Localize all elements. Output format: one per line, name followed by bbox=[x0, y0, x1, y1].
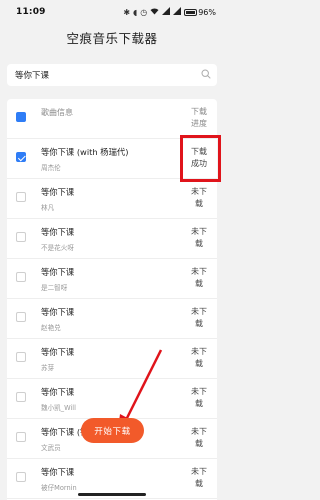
song-title: 等你下课 bbox=[41, 187, 75, 197]
header-song-info: 歌曲信息 bbox=[41, 108, 73, 117]
list-item[interactable]: 等你下课 赵艳兑 未下载 bbox=[7, 299, 217, 339]
home-indicator bbox=[78, 493, 146, 496]
mute-icon: ◖ bbox=[133, 7, 138, 17]
alarm-icon: ◷ bbox=[140, 7, 148, 17]
status-icons: ✱ ◖ ◷ 96% bbox=[123, 7, 216, 17]
battery-icon bbox=[184, 8, 198, 16]
download-status: 未下载 bbox=[191, 227, 207, 248]
list-item[interactable]: 等你下课 不是花火呀 未下载 bbox=[7, 219, 217, 259]
song-artist: 周杰伦 bbox=[41, 164, 61, 172]
wifi-icon bbox=[150, 7, 159, 17]
row-checkbox[interactable] bbox=[16, 432, 26, 442]
signal-icon bbox=[162, 7, 171, 17]
download-status: 未下载 bbox=[191, 307, 207, 328]
download-status: 未下载 bbox=[191, 187, 207, 208]
song-artist: 是二智呀 bbox=[41, 284, 68, 292]
list-item[interactable]: 等你下课 苏芽 未下载 bbox=[7, 339, 217, 379]
annotation-highlight-box bbox=[180, 135, 221, 182]
download-status: 未下载 bbox=[191, 427, 207, 448]
battery-percent: 96% bbox=[198, 7, 216, 17]
row-checkbox[interactable] bbox=[16, 312, 26, 322]
search-input[interactable] bbox=[15, 70, 201, 80]
select-all-checkbox[interactable] bbox=[16, 112, 26, 122]
song-title: 等你下课 bbox=[41, 267, 75, 277]
song-artist: 被仔Mornin bbox=[41, 484, 77, 492]
song-title: 等你下课 bbox=[41, 387, 75, 397]
song-artist: 赵艳兑 bbox=[41, 324, 61, 332]
header-download-progress: 下载进度 bbox=[191, 107, 207, 128]
download-status: 未下载 bbox=[191, 267, 207, 288]
list-item[interactable]: 等你下课 是二智呀 未下载 bbox=[7, 259, 217, 299]
song-title: 等你下课 (with 杨瑞代) bbox=[41, 147, 129, 157]
search-bar[interactable] bbox=[7, 64, 217, 86]
song-title: 等你下课 bbox=[41, 227, 75, 237]
row-checkbox[interactable] bbox=[16, 272, 26, 282]
row-checkbox[interactable] bbox=[16, 152, 26, 162]
row-checkbox[interactable] bbox=[16, 392, 26, 402]
bluetooth-icon: ✱ bbox=[123, 7, 131, 17]
list-item[interactable]: 等你下课 魏小凯_Will 未下载 bbox=[7, 379, 217, 419]
song-artist: 苏芽 bbox=[41, 364, 55, 372]
list-item[interactable]: 等你下课 林凡 未下载 bbox=[7, 179, 217, 219]
start-download-button[interactable]: 开始下载 bbox=[81, 418, 144, 443]
list-header: 歌曲信息 下载进度 bbox=[7, 99, 217, 139]
status-time: 11:09 bbox=[16, 7, 46, 17]
row-checkbox[interactable] bbox=[16, 352, 26, 362]
page-title: 空痕音乐下载器 bbox=[66, 31, 158, 46]
song-artist: 文武员 bbox=[41, 444, 61, 452]
song-title: 等你下课 bbox=[41, 307, 75, 317]
song-artist: 魏小凯_Will bbox=[41, 404, 76, 412]
download-status: 未下载 bbox=[191, 387, 207, 408]
download-status: 未下载 bbox=[191, 347, 207, 368]
search-icon[interactable] bbox=[201, 68, 211, 82]
song-title: 等你下课 bbox=[41, 347, 75, 357]
download-status: 未下载 bbox=[191, 467, 207, 488]
song-title: 等你下课 bbox=[41, 467, 75, 477]
row-checkbox[interactable] bbox=[16, 192, 26, 202]
row-checkbox[interactable] bbox=[16, 232, 26, 242]
status-bar: 11:09 ✱ ◖ ◷ 96% bbox=[0, 0, 224, 24]
song-artist: 不是花火呀 bbox=[41, 244, 74, 252]
row-checkbox[interactable] bbox=[16, 472, 26, 482]
battery-indicator: 96% bbox=[184, 8, 216, 17]
signal-icon bbox=[173, 7, 182, 17]
song-artist: 林凡 bbox=[41, 204, 55, 212]
